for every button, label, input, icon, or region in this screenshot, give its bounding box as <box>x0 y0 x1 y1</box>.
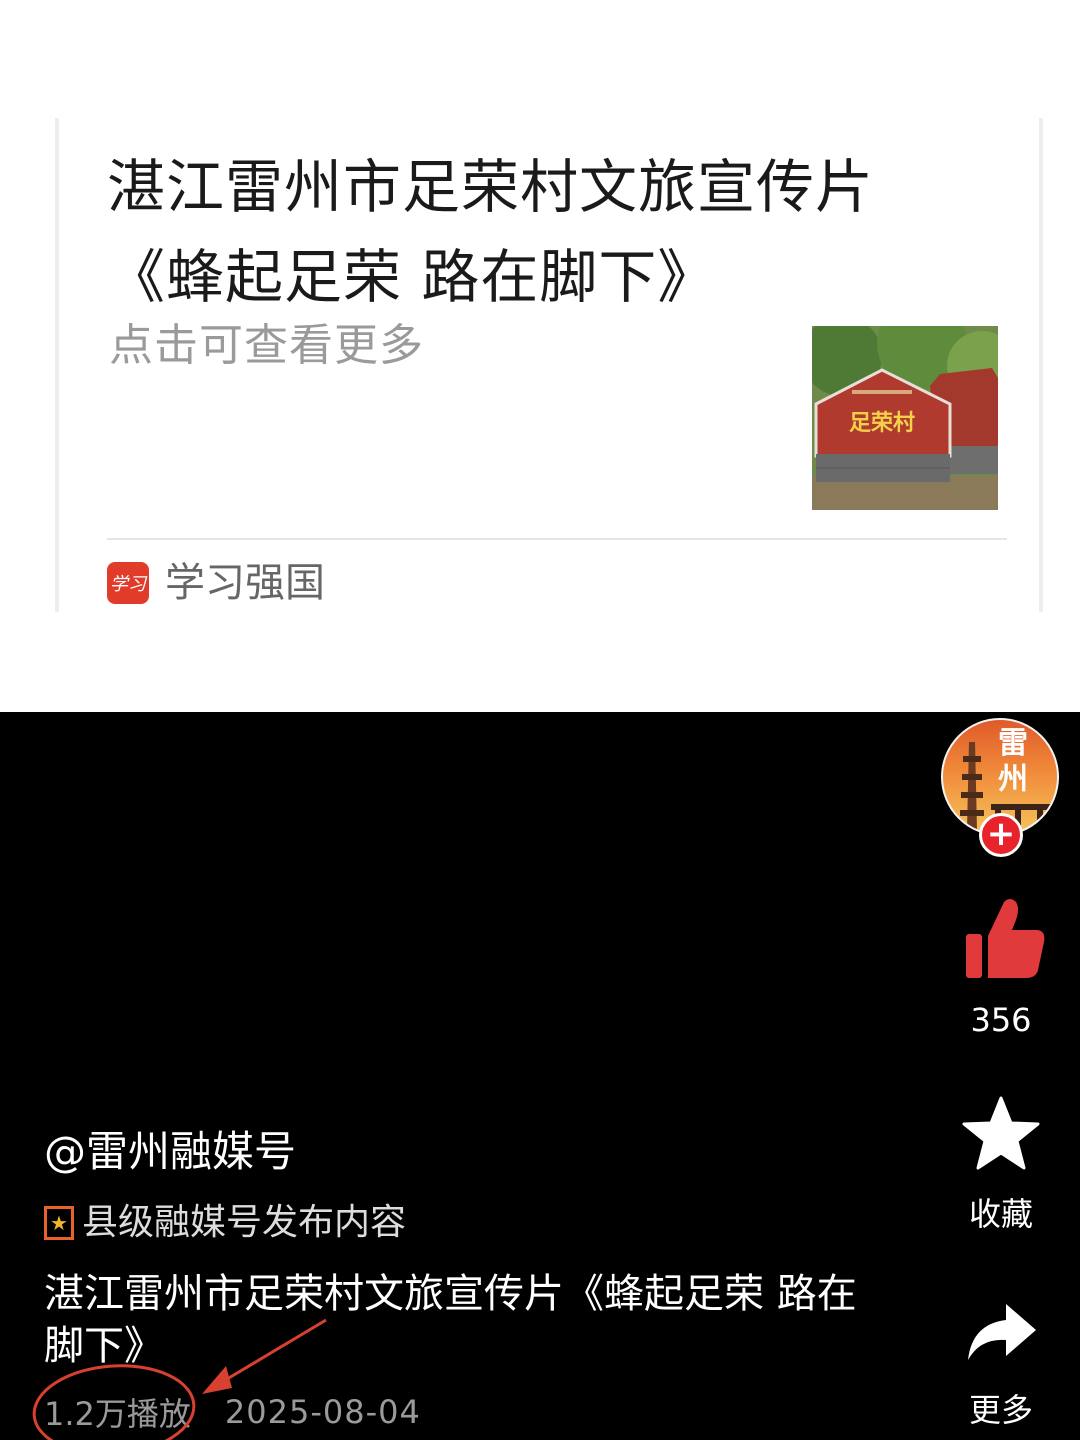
sign-text: 足荣村 <box>849 410 915 436</box>
publish-date: 2025-08-04 <box>224 1393 421 1431</box>
play-count: 1.2万播放 <box>44 1395 191 1433</box>
shared-article-area: 湛江雷州市足荣村文旅宣传片 《蜂起足荣 路在脚下》 点击可查看更多 足荣村 学习… <box>0 0 1080 712</box>
article-title: 湛江雷州市足荣村文旅宣传片 《蜂起足荣 路在脚下》 <box>107 142 907 322</box>
share-arrow-icon[interactable] <box>964 1302 1038 1362</box>
author-name[interactable]: @雷州融媒号 <box>44 1124 296 1180</box>
verified-badge-icon: ★ <box>44 1206 74 1240</box>
badge-text: 县级融媒号发布内容 <box>82 1202 407 1243</box>
article-thumbnail: 足荣村 <box>812 326 998 510</box>
source-name: 学习强国 <box>165 560 325 606</box>
video-description[interactable]: 湛江雷州市足荣村文旅宣传片《蜂起足荣 路在 脚下》 <box>44 1268 924 1372</box>
article-title-line1: 湛江雷州市足荣村文旅宣传片 <box>107 153 875 221</box>
village-sign-image: 足荣村 <box>812 326 998 510</box>
article-title-line2: 《蜂起足荣 路在脚下》 <box>107 243 717 311</box>
more-label: 更多 <box>968 1391 1033 1429</box>
description-line2: 脚下》 <box>44 1323 164 1369</box>
avatar-text: 雷州 <box>998 726 1028 797</box>
video-meta: 1.2万播放 2025-08-04 <box>44 1388 421 1436</box>
star-icon[interactable] <box>962 1096 1040 1172</box>
follow-button[interactable]: + <box>979 813 1023 857</box>
card-divider <box>107 538 1007 540</box>
like-count: 356 <box>970 1001 1032 1039</box>
description-line1: 湛江雷州市足荣村文旅宣传片《蜂起足荣 路在 <box>44 1271 857 1317</box>
view-more-hint[interactable]: 点击可查看更多 <box>109 316 424 376</box>
county-media-badge: ★ 县级融媒号发布内容 <box>44 1198 406 1248</box>
article-card[interactable]: 湛江雷州市足荣村文旅宣传片 《蜂起足荣 路在脚下》 点击可查看更多 足荣村 学习… <box>55 118 1043 612</box>
thumbs-up-icon[interactable] <box>964 896 1046 980</box>
xuexi-logo-icon: 学习 <box>107 562 149 604</box>
favorite-label: 收藏 <box>968 1195 1033 1233</box>
video-screen[interactable]: 雷州 + 356 收藏 更多 @雷州融媒号 ★ 县级融媒号发布内容 湛江雷州市足… <box>0 712 1080 1440</box>
